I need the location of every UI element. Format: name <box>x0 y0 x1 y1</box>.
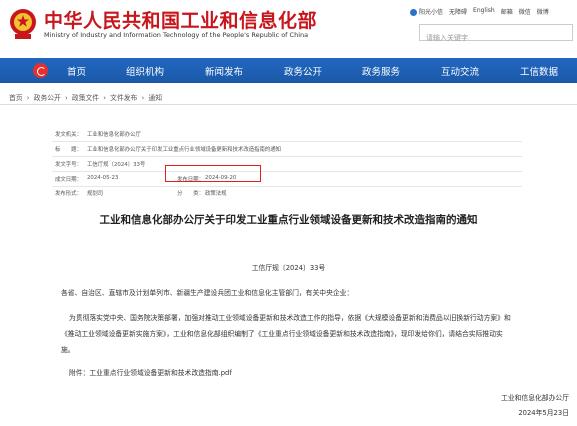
quick-link-accessibility[interactable]: 无障碍 <box>449 7 467 16</box>
meta-category-label: 分 类： <box>177 191 204 197</box>
signature-date: 2024年5月23日 <box>518 409 569 417</box>
nav-item-interaction[interactable]: 互动交流 <box>441 64 479 78</box>
document-body-line: 为贯彻落实党中央、国务院决策部署，加强对推动工业领域设备更新和技术改造工作的指导… <box>69 314 511 322</box>
breadcrumb-file-release[interactable]: 文件发布 <box>110 94 137 102</box>
meta-form-label: 发布形式： <box>55 191 82 197</box>
meta-issuer-label: 发文机关： <box>55 132 82 138</box>
sunshine-icon <box>410 9 417 16</box>
quick-link-english[interactable]: English <box>473 7 495 16</box>
document-addressee: 各省、自治区、直辖市及计划单列市、新疆生产建设兵团工业和信息化主管部门，有关中央… <box>61 289 354 297</box>
national-emblem-icon[interactable] <box>8 6 38 42</box>
quick-link-sunshine[interactable]: 阳光小信 <box>410 7 443 16</box>
document-title: 工业和信息化部办公厅关于印发工业重点行业领域设备更新和技术改造指南的通知 <box>99 214 478 226</box>
breadcrumb-separator: › <box>103 94 106 102</box>
nav-item-services[interactable]: 政务服务 <box>362 64 400 78</box>
nav-item-organization[interactable]: 组织机构 <box>126 64 164 78</box>
meta-subject-value: 工业和信息化部办公厅关于印发工业重点行业领域设备更新和技术改造指南的通知 <box>87 147 282 153</box>
meta-doc-no-value: 工信厅规〔2024〕33号 <box>87 162 146 168</box>
document-number: 工信厅规〔2024〕33号 <box>251 264 326 272</box>
home-logo-icon[interactable] <box>33 63 48 78</box>
meta-doc-no-label: 发文字号： <box>55 162 82 168</box>
quick-link-wechat[interactable]: 微信 <box>519 7 531 16</box>
nav-item-home[interactable]: 首页 <box>67 64 86 78</box>
breadcrumb-separator: › <box>26 94 30 102</box>
search-box <box>419 24 573 46</box>
divider <box>0 104 577 105</box>
document-body-line: 施。 <box>61 346 75 354</box>
signature-organization: 工业和信息化部办公厅 <box>501 394 569 402</box>
meta-date-label: 成文日期： <box>55 177 82 183</box>
meta-form-value: 规划司 <box>87 191 104 197</box>
nav-item-government-affairs[interactable]: 政务公开 <box>284 64 322 78</box>
breadcrumb-notice[interactable]: 通知 <box>148 94 162 102</box>
document-body-line: 《推动工业领域设备更新实施方案》，工业和信息化部组织编制了《工业重点行业领域设备… <box>61 330 503 338</box>
main-nav: 首页 组织机构 新闻发布 政务公开 政务服务 互动交流 工信数据 <box>0 58 577 83</box>
breadcrumb-government-affairs[interactable]: 政务公开 <box>34 94 61 102</box>
breadcrumb-home[interactable]: 首页 <box>9 94 23 102</box>
meta-divider <box>52 186 522 187</box>
quick-links: 阳光小信 无障碍 English 邮箱 微信 微博 <box>410 7 549 16</box>
quick-link-weibo[interactable]: 微博 <box>537 7 549 16</box>
site-subtitle: Ministry of Industry and Information Tec… <box>44 31 309 39</box>
meta-row-form: 发布形式： 规划司 分 类： 政策法规 <box>52 189 522 201</box>
nav-item-data[interactable]: 工信数据 <box>520 64 558 78</box>
meta-divider <box>52 156 522 157</box>
breadcrumb: 首页 › 政务公开 › 政策文件 › 文件发布 › 通知 <box>9 92 164 102</box>
site-header: 中华人民共和国工业和信息化部 Ministry of Industry and … <box>0 0 577 58</box>
meta-date-value: 2024-05-23 <box>87 175 119 181</box>
breadcrumb-policy-files[interactable]: 政策文件 <box>72 94 99 102</box>
breadcrumb-separator: › <box>141 94 145 102</box>
attachment-link[interactable]: 附件：工业重点行业领域设备更新和技术改造指南.pdf <box>69 365 232 381</box>
breadcrumb-separator: › <box>65 94 68 102</box>
meta-issuer-value: 工业和信息化部办公厅 <box>87 132 141 138</box>
meta-divider <box>52 141 522 142</box>
meta-divider <box>52 171 522 172</box>
meta-subject-label: 标 题： <box>55 147 82 153</box>
nav-item-news[interactable]: 新闻发布 <box>205 64 243 78</box>
search-input[interactable] <box>420 30 572 46</box>
meta-category-value: 政策法规 <box>205 191 227 197</box>
publish-date-highlight-box <box>165 165 261 182</box>
site-title[interactable]: 中华人民共和国工业和信息化部 <box>44 6 317 33</box>
quick-link-mail[interactable]: 邮箱 <box>501 7 513 16</box>
